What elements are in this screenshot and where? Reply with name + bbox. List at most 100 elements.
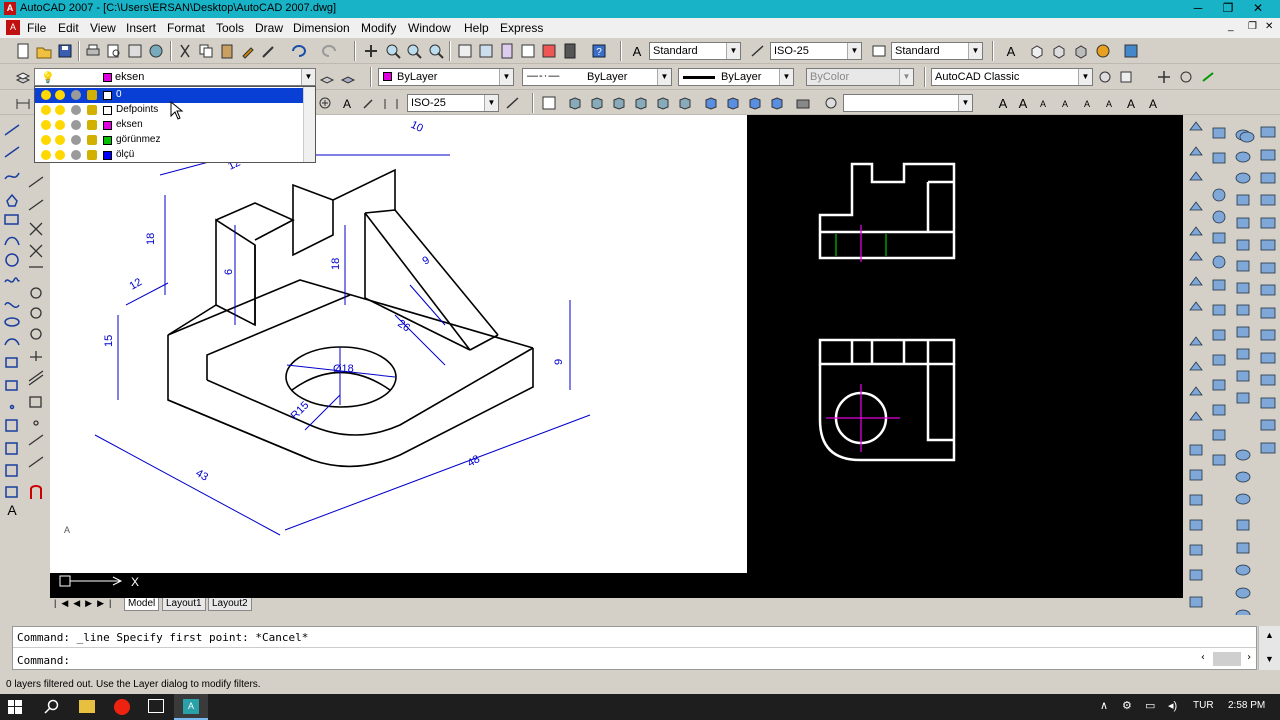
dimension-style-select-2[interactable]: ISO-25 ▼ bbox=[407, 94, 499, 112]
text-icon[interactable]: A bbox=[1002, 42, 1020, 60]
doc-minimize-button[interactable]: _ bbox=[1228, 21, 1234, 32]
camera-icon[interactable] bbox=[794, 94, 812, 112]
tab-layout1[interactable]: Layout1 bbox=[162, 598, 206, 611]
menu-format[interactable]: Format bbox=[167, 21, 205, 35]
paste-icon[interactable] bbox=[218, 42, 236, 60]
freeze-sun-icon[interactable] bbox=[55, 135, 65, 145]
layer-previous-icon[interactable] bbox=[339, 68, 357, 86]
dimension-edit-icon[interactable] bbox=[360, 94, 378, 112]
viewport-freeze-icon[interactable] bbox=[71, 135, 81, 145]
scroll-right-icon[interactable]: › bbox=[1246, 652, 1252, 663]
freeze-sun-icon[interactable] bbox=[55, 150, 65, 160]
command-window[interactable]: Command: _line Specify first point: *Can… bbox=[12, 626, 1257, 670]
layer-row-olcu[interactable]: ölçü bbox=[35, 148, 315, 163]
layer-dropdown-list[interactable]: 0 Defpoints eksen görünmez ölçü bbox=[34, 86, 316, 163]
box-icon[interactable] bbox=[1028, 42, 1046, 60]
menu-file[interactable]: File bbox=[27, 21, 46, 35]
se-iso-view-icon[interactable] bbox=[724, 94, 742, 112]
menu-window[interactable]: Window bbox=[408, 21, 451, 35]
lock-icon[interactable] bbox=[87, 120, 97, 130]
command-prompt[interactable]: Command: bbox=[17, 654, 70, 667]
named-views-icon[interactable] bbox=[822, 94, 840, 112]
workspace-settings-icon[interactable] bbox=[1096, 68, 1114, 86]
table-style-icon[interactable] bbox=[870, 42, 888, 60]
lineweight-select[interactable]: ByLayer ▼ bbox=[678, 68, 794, 86]
publish-icon[interactable] bbox=[126, 42, 144, 60]
menu-tools[interactable]: Tools bbox=[216, 21, 244, 35]
layer-on-icon[interactable] bbox=[41, 105, 51, 115]
cut-icon[interactable] bbox=[176, 42, 194, 60]
close-button[interactable]: ✕ bbox=[1243, 0, 1273, 18]
find-replace-icon[interactable]: A bbox=[1034, 94, 1052, 112]
calculator-icon[interactable] bbox=[561, 42, 579, 60]
tab-nav-arrows-icon[interactable]: |◀◀▶▶| bbox=[54, 598, 116, 609]
lock-icon[interactable] bbox=[87, 150, 97, 160]
tray-chevron-icon[interactable]: ∧ bbox=[1100, 699, 1108, 712]
layer-select[interactable]: 💡 eksen ▼ bbox=[34, 68, 316, 86]
layer-row-gorunmez[interactable]: görünmez bbox=[35, 133, 315, 148]
sw-iso-view-icon[interactable] bbox=[702, 94, 720, 112]
opera-icon[interactable] bbox=[114, 699, 130, 715]
copy-icon[interactable] bbox=[197, 42, 215, 60]
tolerance-icon[interactable]: A bbox=[338, 94, 356, 112]
menu-draw[interactable]: Draw bbox=[255, 21, 283, 35]
search-icon[interactable] bbox=[44, 699, 60, 715]
layer-on-icon[interactable] bbox=[41, 150, 51, 160]
multiline-text-icon[interactable]: A bbox=[994, 94, 1012, 112]
menu-modify[interactable]: Modify bbox=[361, 21, 396, 35]
minimize-button[interactable]: ─ bbox=[1183, 0, 1213, 18]
color-select[interactable]: ByLayer ▼ bbox=[378, 68, 514, 86]
menu-express[interactable]: Express bbox=[500, 21, 543, 35]
language-indicator[interactable]: TUR bbox=[1193, 700, 1214, 711]
print-icon[interactable] bbox=[84, 42, 102, 60]
maximize-button[interactable]: ❐ bbox=[1213, 0, 1243, 18]
viewport-icon[interactable] bbox=[540, 94, 558, 112]
text-edit-icon[interactable]: A bbox=[1014, 94, 1032, 112]
make-current-layer-icon[interactable] bbox=[318, 68, 336, 86]
tool-palettes-icon[interactable] bbox=[498, 42, 516, 60]
text-scale-icon[interactable]: A bbox=[1078, 94, 1096, 112]
match-properties-icon[interactable] bbox=[239, 42, 257, 60]
markup-icon[interactable] bbox=[540, 42, 558, 60]
layer-on-icon[interactable] bbox=[41, 135, 51, 145]
battery-icon[interactable]: ▭ bbox=[1145, 699, 1155, 712]
volume-icon[interactable]: ◂) bbox=[1168, 699, 1177, 712]
table-style-select[interactable]: Standard ▼ bbox=[891, 42, 983, 60]
orbit-icon[interactable] bbox=[1155, 68, 1173, 86]
command-v-scrollbar[interactable]: ▲ ▼ bbox=[1258, 626, 1280, 670]
sheet-set-icon[interactable] bbox=[519, 42, 537, 60]
redo-icon[interactable] bbox=[321, 42, 339, 60]
viewport-freeze-icon[interactable] bbox=[71, 120, 81, 130]
scroll-left-icon[interactable]: ‹ bbox=[1200, 652, 1206, 663]
h-scroll-thumb[interactable] bbox=[1213, 652, 1241, 666]
menu-insert[interactable]: Insert bbox=[126, 21, 156, 35]
clock[interactable]: 2:58 PM bbox=[1228, 700, 1265, 711]
viewport-freeze-icon[interactable] bbox=[71, 150, 81, 160]
open-icon[interactable] bbox=[35, 42, 53, 60]
viewport-freeze-icon[interactable] bbox=[71, 90, 81, 100]
nw-iso-view-icon[interactable] bbox=[768, 94, 786, 112]
layer-on-icon[interactable] bbox=[41, 90, 51, 100]
pan-icon[interactable] bbox=[362, 42, 380, 60]
lock-icon[interactable] bbox=[87, 105, 97, 115]
freeze-sun-icon[interactable] bbox=[55, 105, 65, 115]
windows-start-icon[interactable] bbox=[8, 700, 22, 714]
help-icon[interactable]: ? bbox=[590, 42, 608, 60]
shade-icon[interactable] bbox=[1072, 42, 1090, 60]
ne-iso-view-icon[interactable] bbox=[746, 94, 764, 112]
top-view-icon[interactable] bbox=[566, 94, 584, 112]
spell-check-icon[interactable]: A bbox=[1056, 94, 1074, 112]
network-icon[interactable]: ⚙ bbox=[1122, 699, 1132, 712]
dimension-style-icon[interactable] bbox=[749, 42, 767, 60]
text-fit-icon[interactable]: A bbox=[1144, 94, 1162, 112]
back-view-icon[interactable] bbox=[676, 94, 694, 112]
properties-icon[interactable] bbox=[456, 42, 474, 60]
file-explorer-icon[interactable] bbox=[79, 700, 95, 713]
tab-model[interactable]: Model bbox=[124, 598, 160, 611]
new-icon[interactable] bbox=[14, 42, 32, 60]
dimension-text-edit-icon[interactable] bbox=[382, 94, 400, 112]
3d-view-icon[interactable] bbox=[1050, 42, 1068, 60]
freeze-sun-icon[interactable] bbox=[55, 120, 65, 130]
center-mark-icon[interactable] bbox=[316, 94, 334, 112]
right-view-icon[interactable] bbox=[632, 94, 650, 112]
